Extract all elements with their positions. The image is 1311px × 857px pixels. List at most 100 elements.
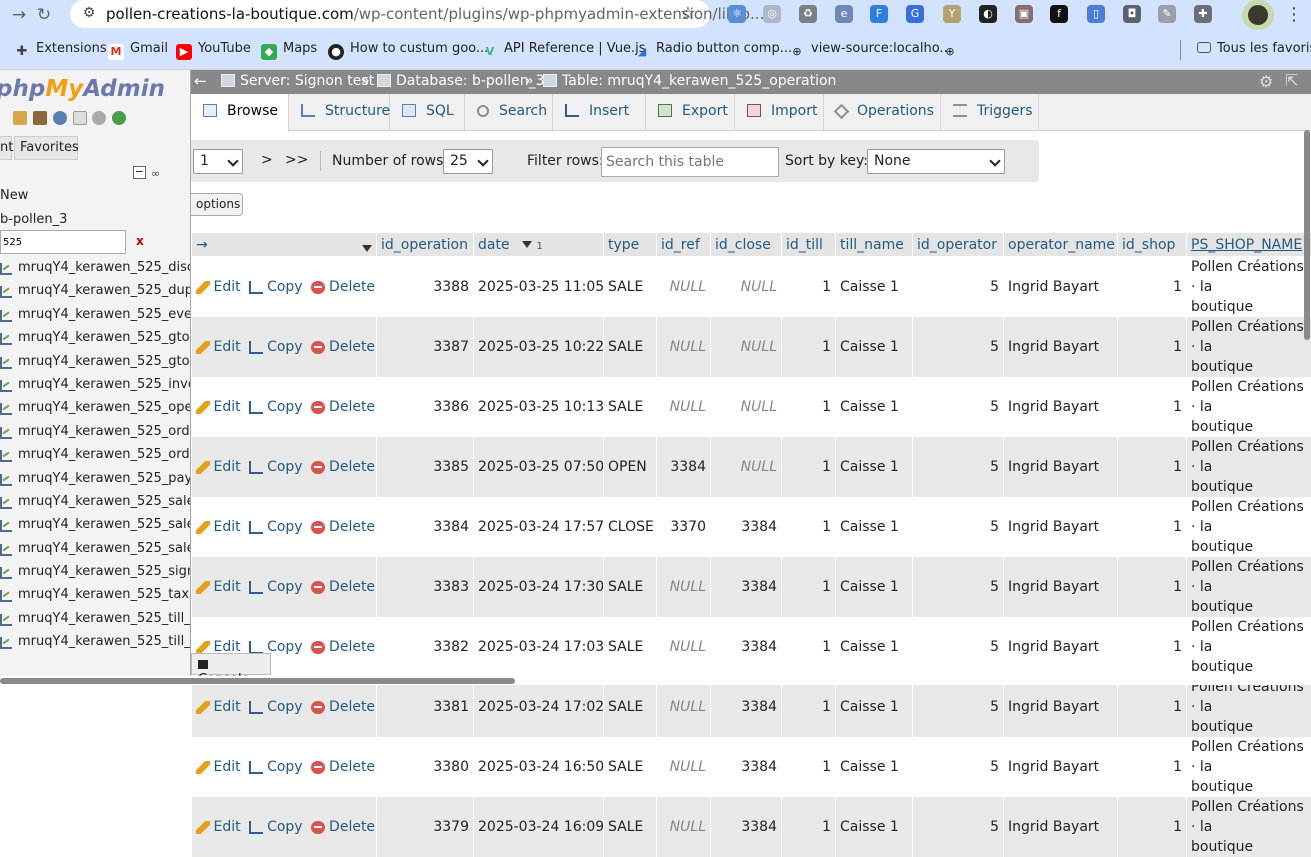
cell-id-operation[interactable]: 3385 <box>377 437 474 497</box>
rows-select[interactable]: 25 <box>443 149 493 174</box>
browser-menu-icon[interactable]: ⋮ <box>1285 4 1303 25</box>
nav-table-item[interactable]: mruqY4_kerawen_525_opera <box>0 398 191 421</box>
nav-table-item[interactable]: mruqY4_kerawen_525_paym <box>0 469 191 492</box>
extension-penguin-icon[interactable]: ◐ <box>979 5 997 23</box>
tab-import[interactable]: Import <box>735 94 824 131</box>
cell-id-till[interactable]: 1 <box>782 677 836 737</box>
table-icon[interactable] <box>0 286 12 298</box>
cell-date[interactable]: 2025-03-24 17:03:10 <box>474 617 604 677</box>
cell-operator-name[interactable]: Ingrid Bayart <box>1004 677 1118 737</box>
cell-till-name[interactable]: Caisse 1 <box>836 737 913 797</box>
cell-id-operator[interactable]: 5 <box>913 497 1004 557</box>
delete-button[interactable]: Delete <box>311 639 375 655</box>
cell-till-name[interactable]: Caisse 1 <box>836 497 913 557</box>
delete-button[interactable]: Delete <box>311 279 375 295</box>
cell-id-shop[interactable]: 1 <box>1118 677 1187 737</box>
nav-table-item[interactable]: mruqY4_kerawen_525_sale <box>0 492 191 515</box>
cell-operator-name[interactable]: Ingrid Bayart <box>1004 497 1118 557</box>
table-icon[interactable] <box>0 497 12 509</box>
bookmark-vue-api[interactable]: VAPI Reference | Vue.js <box>482 41 646 60</box>
docs-icon[interactable] <box>73 111 87 125</box>
cell-shop-name[interactable]: Pollen Créations · laboutique <box>1187 677 1311 737</box>
cell-date[interactable]: 2025-03-24 16:09:55 <box>474 797 604 857</box>
cell-id-shop[interactable]: 1 <box>1118 617 1187 677</box>
cell-id-shop[interactable]: 1 <box>1118 257 1187 318</box>
tab-operations[interactable]: Operations <box>824 94 941 131</box>
reload-nav-icon[interactable] <box>112 111 126 125</box>
cell-shop-name[interactable]: Pollen Créations · laboutique <box>1187 317 1311 377</box>
table-filter-input[interactable] <box>0 230 126 254</box>
cell-id-ref[interactable]: NULL <box>657 617 711 677</box>
cell-id-operator[interactable]: 5 <box>913 557 1004 617</box>
cell-date[interactable]: 2025-03-24 16:50:10 <box>474 737 604 797</box>
cell-id-operation[interactable]: 3384 <box>377 497 474 557</box>
cell-id-operation[interactable]: 3386 <box>377 377 474 437</box>
collapse-topbar-icon[interactable]: ⇱ <box>1285 71 1298 90</box>
nav-table-item[interactable]: mruqY4_kerawen_525_invoic <box>0 375 191 398</box>
cell-date[interactable]: 2025-03-25 07:50:33 <box>474 437 604 497</box>
delete-button[interactable]: Delete <box>311 519 375 535</box>
cell-id-till[interactable]: 1 <box>782 437 836 497</box>
cell-id-shop[interactable]: 1 <box>1118 377 1187 437</box>
cell-id-operator[interactable]: 5 <box>913 737 1004 797</box>
cell-type[interactable]: SALE <box>604 677 657 737</box>
nav-table-item[interactable]: mruqY4_kerawen_525_order_ <box>0 445 191 468</box>
table-icon[interactable] <box>0 380 12 392</box>
cell-operator-name[interactable]: Ingrid Bayart <box>1004 557 1118 617</box>
extensions-puzzle-icon[interactable]: ✚ <box>1194 5 1212 23</box>
cell-type[interactable]: SALE <box>604 617 657 677</box>
table-icon[interactable] <box>0 474 12 486</box>
edit-button[interactable]: Edit <box>196 459 241 475</box>
sort-key-select[interactable]: None <box>867 149 1005 174</box>
delete-button[interactable]: Delete <box>311 339 375 355</box>
cell-id-till[interactable]: 1 <box>782 797 836 857</box>
bookmark-maps[interactable]: ◆Maps <box>261 41 317 60</box>
nav-table-name[interactable]: mruqY4_kerawen_525_order_ <box>18 447 191 462</box>
edit-button[interactable]: Edit <box>196 339 241 355</box>
extension-recycle-icon[interactable]: ♻ <box>799 5 817 23</box>
nav-table-item[interactable]: mruqY4_kerawen_525_sale_t <box>0 539 191 562</box>
col-ps-shop-name[interactable]: PS_SHOP_NAME <box>1187 233 1311 257</box>
cell-operator-name[interactable]: Ingrid Bayart <box>1004 257 1118 318</box>
table-icon[interactable] <box>0 333 12 345</box>
cell-id-close[interactable]: NULL <box>711 317 782 377</box>
cell-id-ref[interactable]: NULL <box>657 257 711 318</box>
cell-type[interactable]: CLOSE <box>604 497 657 557</box>
cell-id-close[interactable]: 3384 <box>711 677 782 737</box>
cell-id-operator[interactable]: 5 <box>913 797 1004 857</box>
cell-id-ref[interactable]: 3370 <box>657 497 711 557</box>
cell-id-till[interactable]: 1 <box>782 617 836 677</box>
bookmark-github[interactable]: ●How to custum goo... <box>328 41 488 60</box>
nav-table-name[interactable]: mruqY4_kerawen_525_order <box>18 424 191 439</box>
cell-operator-name[interactable]: Ingrid Bayart <box>1004 377 1118 437</box>
edit-button[interactable]: Edit <box>196 399 241 415</box>
nav-table-item[interactable]: mruqY4_kerawen_525_duplic <box>0 281 191 304</box>
table-icon[interactable] <box>0 403 12 415</box>
table-icon[interactable] <box>0 427 12 439</box>
select-all-header[interactable]: → <box>192 233 377 257</box>
forward-icon[interactable]: → <box>8 4 30 26</box>
nav-table-name[interactable]: mruqY4_kerawen_525_sale_t <box>18 541 191 556</box>
cell-till-name[interactable]: Caisse 1 <box>836 437 913 497</box>
copy-button[interactable]: Copy <box>249 399 303 415</box>
vertical-scrollbar[interactable] <box>1302 130 1311 686</box>
logout-icon[interactable] <box>33 111 47 125</box>
copy-button[interactable]: Copy <box>249 579 303 595</box>
nav-table-name[interactable]: mruqY4_kerawen_525_discou <box>18 260 191 275</box>
nav-table-name[interactable]: mruqY4_kerawen_525_paym <box>18 471 191 486</box>
col-id-till[interactable]: id_till <box>782 233 836 257</box>
nav-table-item[interactable]: mruqY4_kerawen_525_signat <box>0 562 191 585</box>
cell-id-ref[interactable]: NULL <box>657 557 711 617</box>
cell-till-name[interactable]: Caisse 1 <box>836 377 913 437</box>
cell-id-shop[interactable]: 1 <box>1118 497 1187 557</box>
copy-button[interactable]: Copy <box>249 759 303 775</box>
cell-id-close[interactable]: 3384 <box>711 497 782 557</box>
cell-till-name[interactable]: Caisse 1 <box>836 257 913 318</box>
nav-table-name[interactable]: mruqY4_kerawen_525_gtotal <box>18 354 191 369</box>
edit-button[interactable]: Edit <box>196 819 241 835</box>
cell-till-name[interactable]: Caisse 1 <box>836 557 913 617</box>
cell-id-operator[interactable]: 5 <box>913 437 1004 497</box>
table-icon[interactable] <box>0 263 12 275</box>
copy-button[interactable]: Copy <box>249 459 303 475</box>
tab-triggers[interactable]: Triggers <box>941 94 1039 131</box>
